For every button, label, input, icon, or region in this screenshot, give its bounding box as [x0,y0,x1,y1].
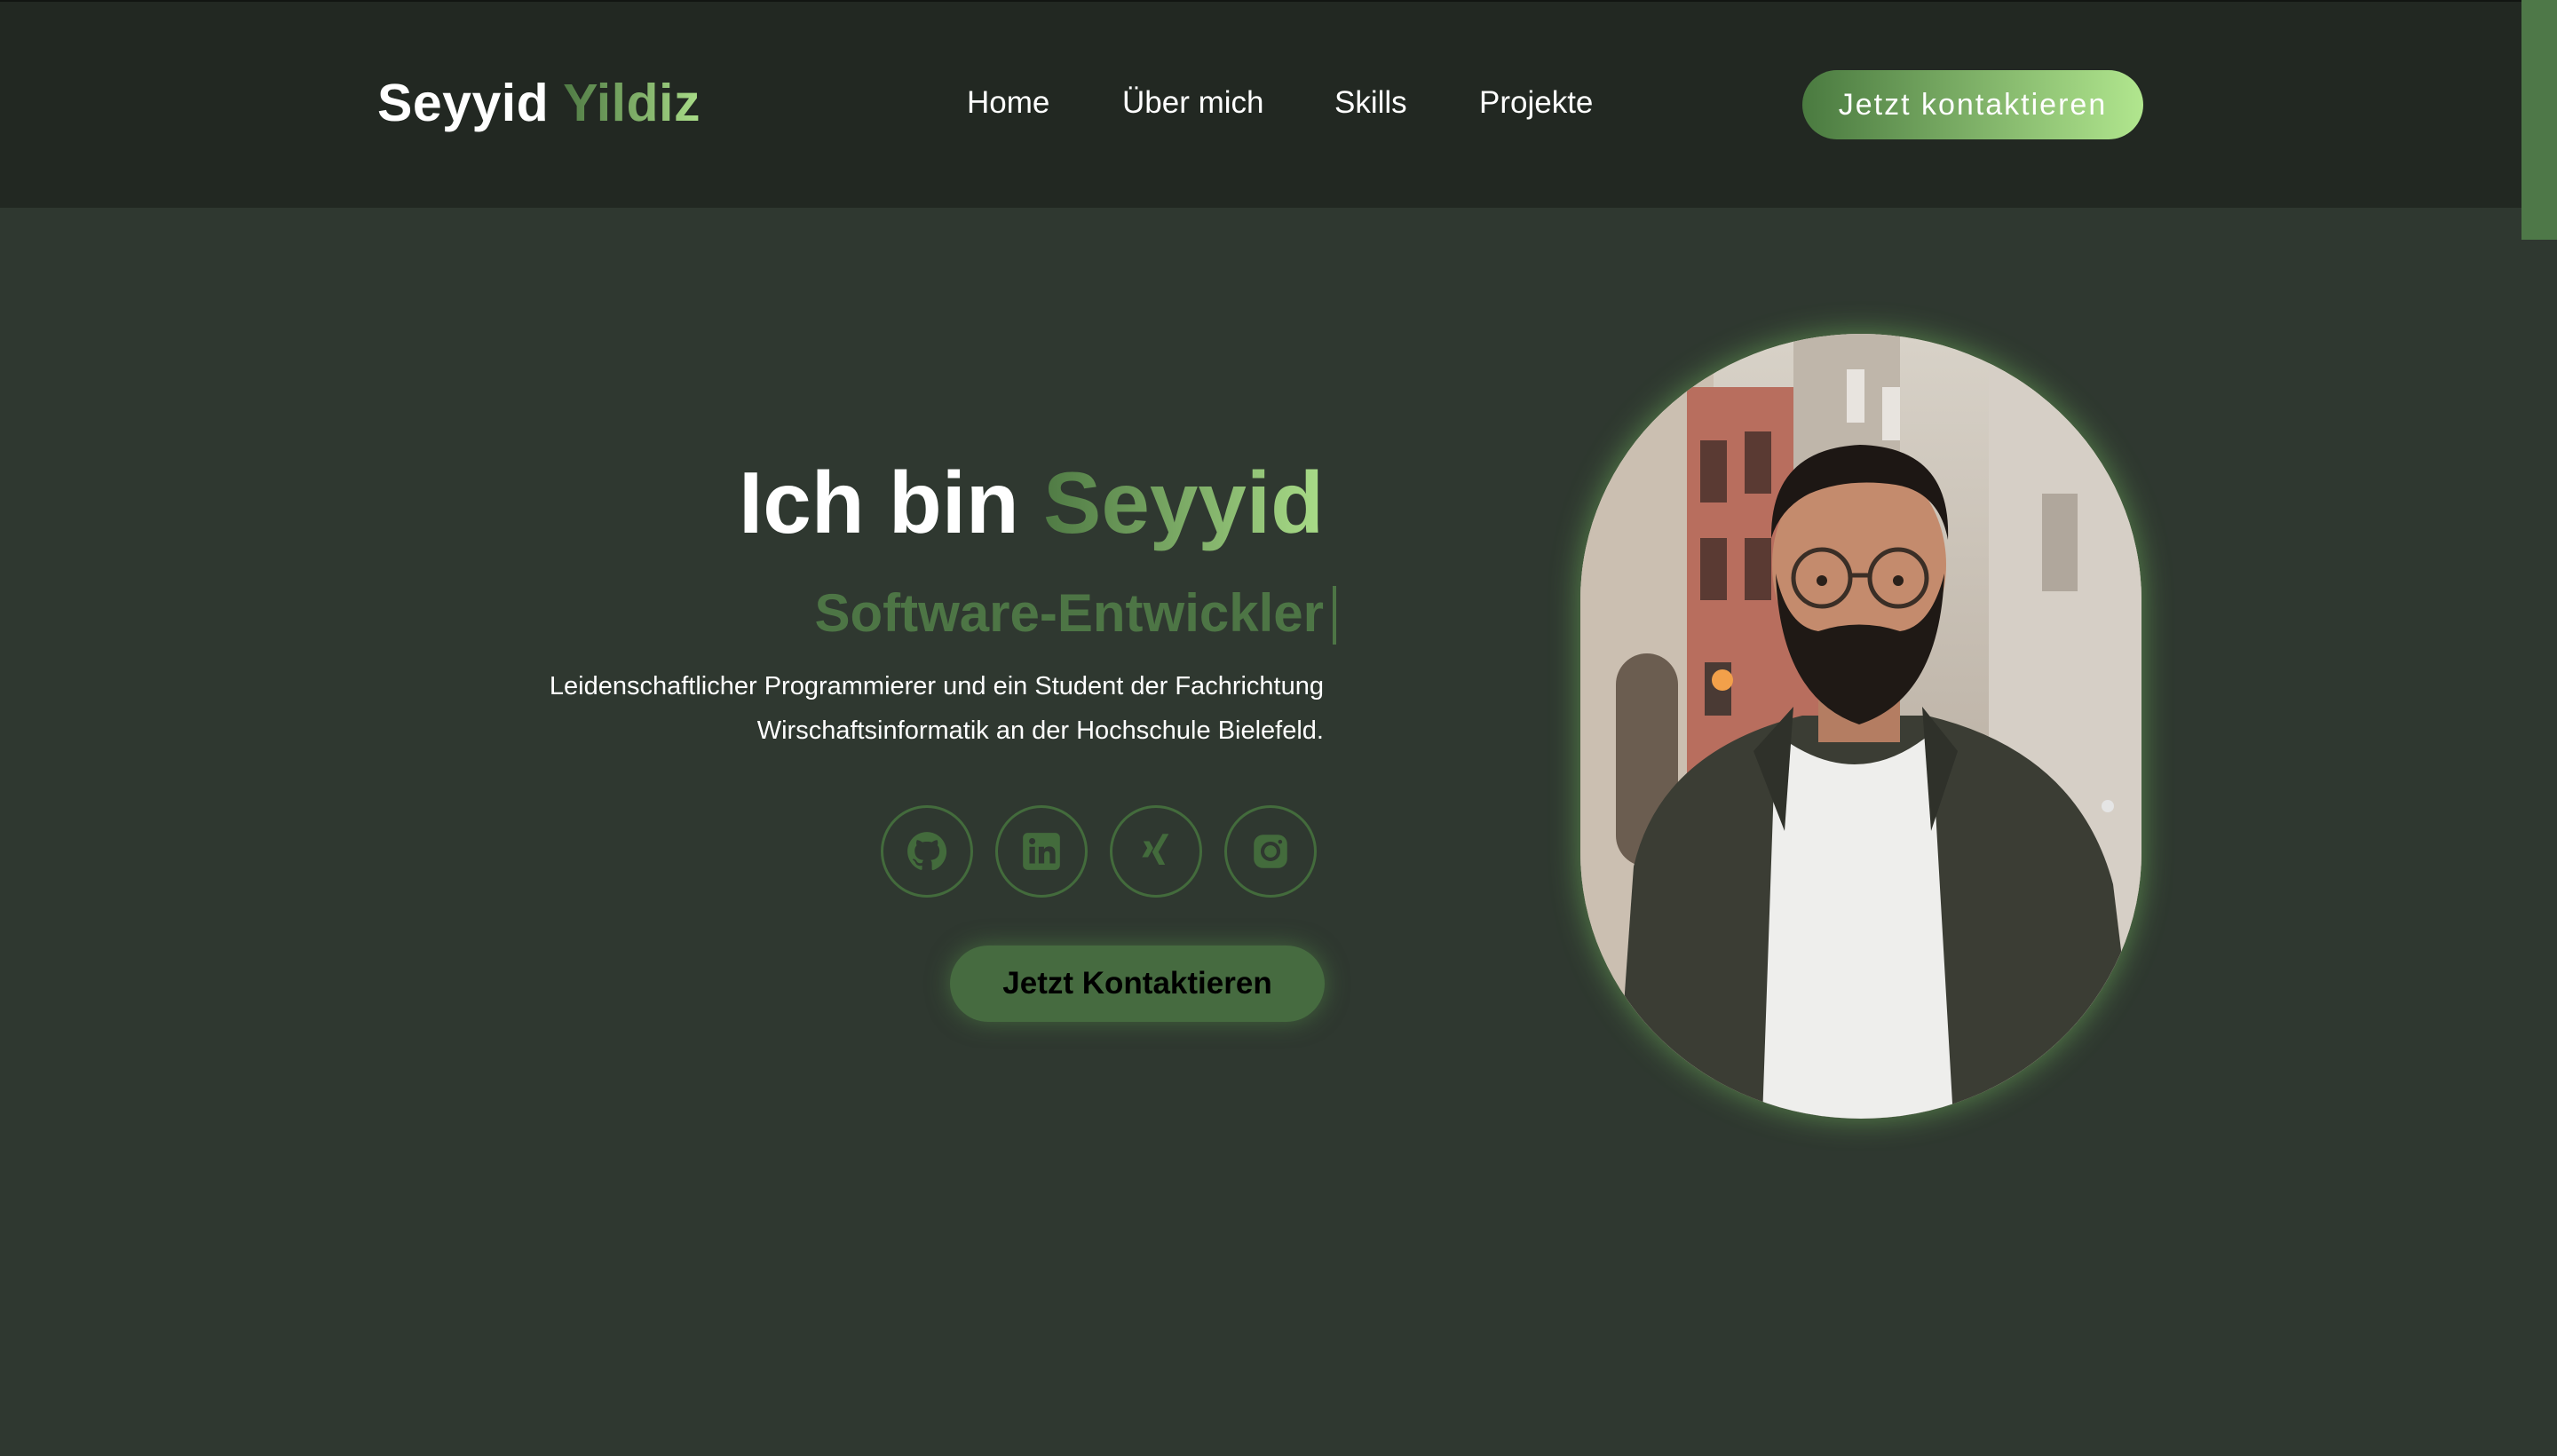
hero-description: Leidenschaftlicher Programmierer und ein… [525,664,1324,753]
nav-skills[interactable]: Skills [1334,85,1407,121]
github-icon [907,832,947,871]
typing-cursor [1333,586,1336,645]
logo[interactable]: Seyyid Yildiz [377,73,701,133]
portrait-photo [1580,334,2141,1119]
scrollbar-track[interactable] [2521,0,2557,1456]
github-link[interactable] [881,805,973,898]
contact-button-hero[interactable]: Jetzt Kontaktieren [950,946,1325,1022]
logo-last-name: Yildiz [563,74,701,132]
hero-title: Ich bin Seyyid [739,453,1324,553]
hero-title-prefix: Ich bin [739,454,1019,551]
nav-about[interactable]: Über mich [1122,85,1263,121]
portrait-illustration [1580,334,2141,1119]
nav-home[interactable]: Home [967,85,1049,121]
role-text: Software-Entwickler [814,583,1325,643]
linkedin-icon [1023,833,1060,870]
instagram-icon [1254,835,1287,868]
contact-button-header[interactable]: Jetzt kontaktieren [1802,70,2143,139]
hero-title-name: Seyyid [1043,454,1324,551]
navbar: Seyyid Yildiz Home Über mich Skills Proj… [0,0,2521,208]
linkedin-link[interactable] [995,805,1088,898]
description-line-1: Leidenschaftlicher Programmierer und ein… [549,672,1324,700]
description-line-2: Wirschaftsinformatik an der Hochschule B… [756,716,1324,745]
xing-link[interactable] [1110,805,1202,898]
logo-first-name: Seyyid [377,74,550,132]
instagram-link[interactable] [1224,805,1317,898]
scrollbar-thumb[interactable] [2521,0,2557,240]
nav-projects[interactable]: Projekte [1479,85,1593,121]
xing-icon [1142,834,1169,865]
